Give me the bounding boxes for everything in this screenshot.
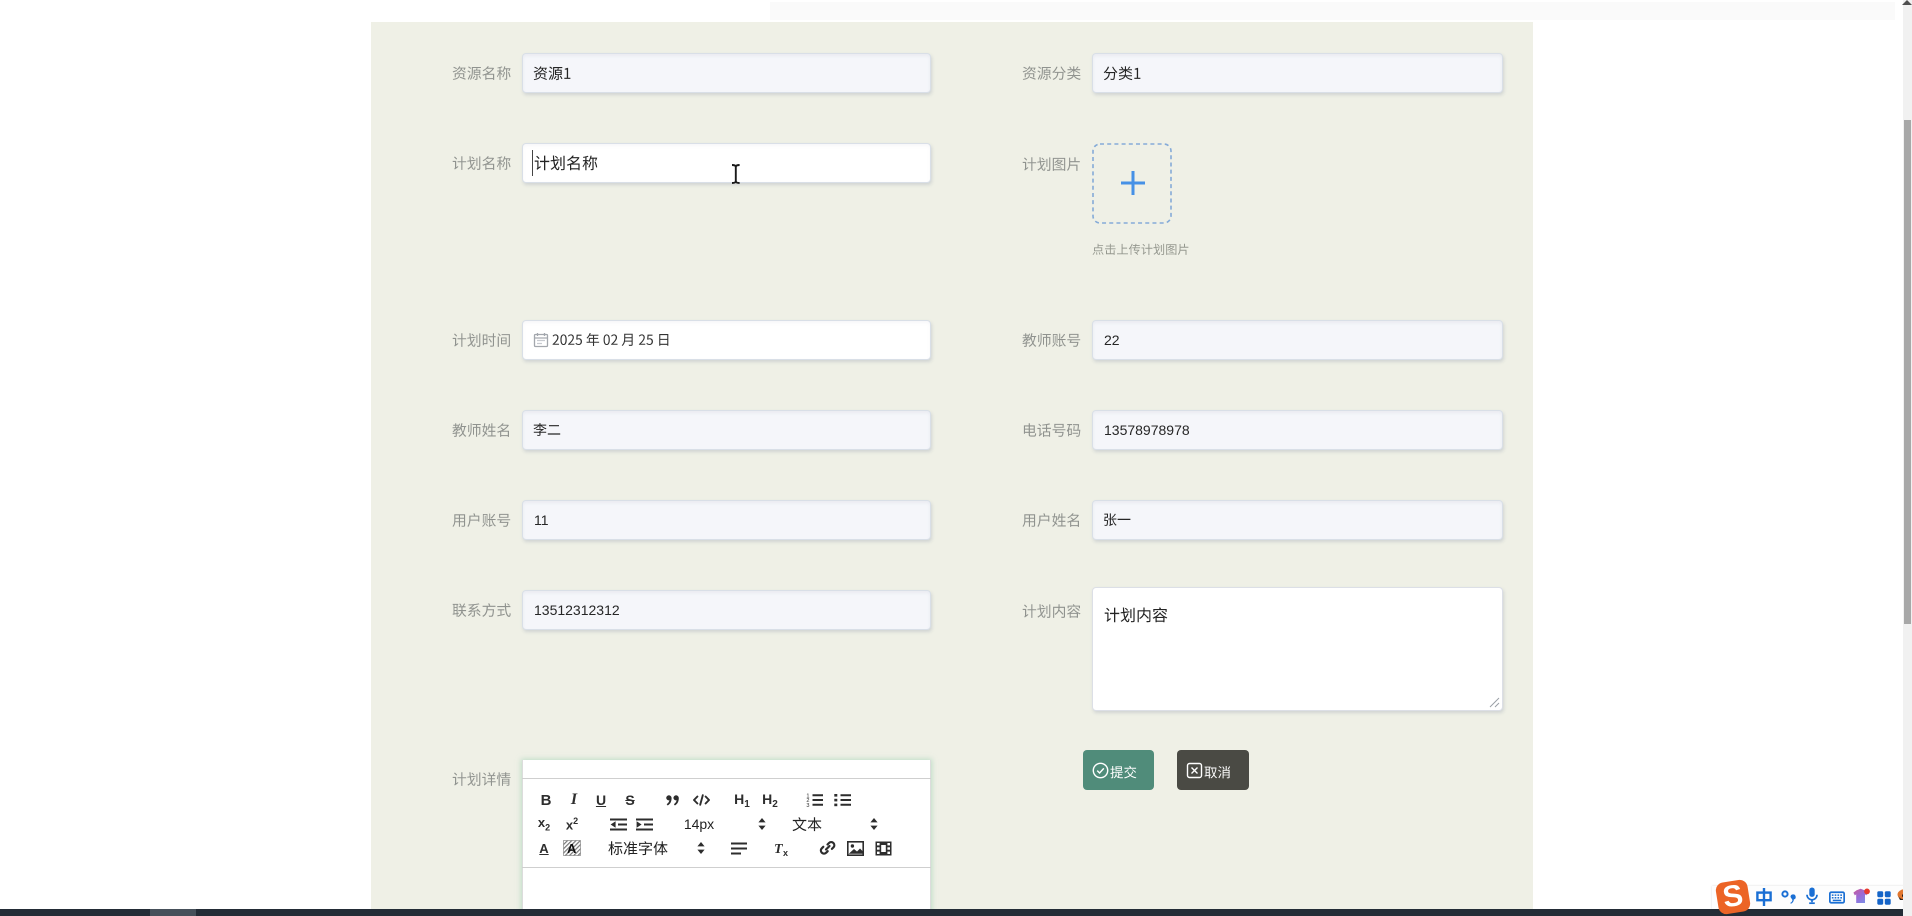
svg-text:x: x	[783, 848, 788, 856]
svg-text:3: 3	[806, 803, 809, 807]
svg-text:A: A	[567, 841, 577, 856]
